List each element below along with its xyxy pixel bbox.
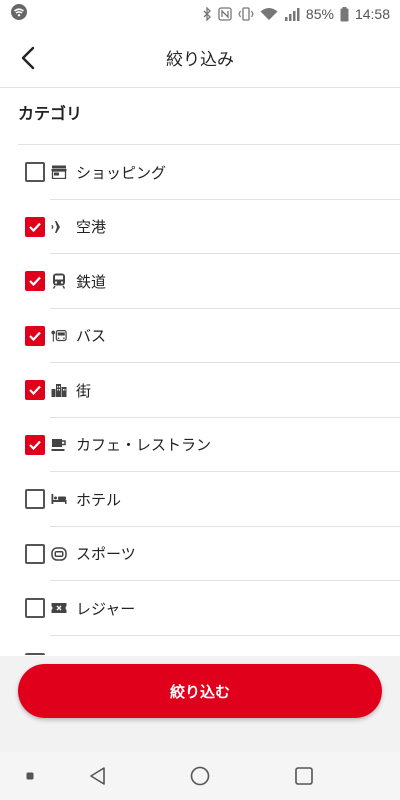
coffee-icon	[51, 437, 67, 453]
category-checkbox[interactable]	[25, 325, 45, 346]
category-checkbox[interactable]	[25, 162, 45, 183]
status-left	[10, 3, 28, 25]
category-label: 空港	[76, 218, 107, 237]
category-item-bus[interactable]: バス	[0, 309, 400, 364]
triangle-back-icon	[90, 767, 105, 785]
vibrate-icon	[238, 7, 254, 21]
category-item-shopping[interactable]: ショッピング	[0, 145, 400, 200]
bus-icon	[51, 328, 67, 344]
bed-icon	[51, 491, 67, 507]
dot-icon	[26, 772, 34, 780]
category-item-partial[interactable]	[0, 636, 400, 655]
category-item-city[interactable]: 街	[0, 363, 400, 418]
page-title: 絞り込み	[166, 50, 234, 70]
ticket-icon	[51, 600, 67, 616]
bluetooth-icon	[202, 7, 212, 21]
category-item-cafe-restaurant[interactable]: カフェ・レストラン	[0, 418, 400, 473]
category-checkbox[interactable]	[25, 216, 45, 237]
checkmark-icon	[29, 331, 41, 341]
sports-icon	[51, 546, 67, 562]
category-checkbox[interactable]	[25, 652, 45, 655]
category-checkbox[interactable]	[25, 543, 45, 564]
app-notification-icon	[10, 3, 28, 25]
signal-icon	[284, 7, 300, 21]
app-header: 絞り込み	[0, 28, 400, 88]
city-icon	[51, 382, 67, 398]
category-label: ホテル	[76, 490, 122, 509]
square-recents-icon	[295, 767, 313, 785]
nfc-icon	[218, 7, 232, 21]
category-label: カフェ・レストラン	[76, 436, 212, 455]
store-icon	[51, 164, 67, 180]
category-checkbox[interactable]	[25, 434, 45, 455]
back-button[interactable]	[8, 38, 48, 78]
navigation-bar	[0, 752, 400, 800]
category-list[interactable]: ショッピング 空港 鉄道 バス 街 カフェ・レストラン ホテル スポーツ レジャ…	[0, 145, 400, 655]
nav-recents-button[interactable]	[292, 764, 316, 788]
bottom-panel: 絞り込む	[0, 656, 400, 752]
section-title-category: カテゴリ	[18, 104, 83, 123]
train-icon	[51, 273, 67, 290]
status-bar: 85% 14:58	[0, 0, 400, 28]
category-item-railway[interactable]: 鉄道	[0, 254, 400, 309]
category-label: ショッピング	[76, 163, 167, 182]
category-item-sports[interactable]: スポーツ	[0, 527, 400, 582]
apply-filter-button[interactable]: 絞り込む	[18, 664, 382, 718]
category-label: 鉄道	[76, 272, 107, 291]
nav-dot-button[interactable]	[18, 764, 42, 788]
nav-home-button[interactable]	[188, 764, 212, 788]
category-label: バス	[76, 327, 107, 346]
checkmark-icon	[29, 222, 41, 232]
category-checkbox[interactable]	[25, 380, 45, 401]
chevron-left-icon	[21, 46, 35, 70]
battery-percent: 85%	[305, 6, 334, 22]
battery-icon	[340, 6, 349, 22]
status-right: 85% 14:58	[202, 6, 390, 22]
category-item-leisure[interactable]: レジャー	[0, 581, 400, 636]
checkmark-icon	[29, 440, 41, 450]
category-checkbox[interactable]	[25, 271, 45, 292]
checkmark-icon	[29, 386, 41, 396]
checkmark-icon	[29, 277, 41, 287]
category-label: レジャー	[76, 599, 136, 618]
category-label: 街	[76, 381, 92, 400]
airplane-icon	[51, 219, 67, 235]
category-checkbox[interactable]	[25, 598, 45, 619]
clock: 14:58	[354, 6, 390, 22]
category-item-airport[interactable]: 空港	[0, 200, 400, 255]
wifi-icon	[260, 7, 278, 21]
category-item-hotel[interactable]: ホテル	[0, 472, 400, 527]
category-checkbox[interactable]	[25, 489, 45, 510]
circle-home-icon	[190, 766, 210, 786]
category-label: スポーツ	[76, 545, 136, 564]
nav-back-button[interactable]	[86, 764, 110, 788]
